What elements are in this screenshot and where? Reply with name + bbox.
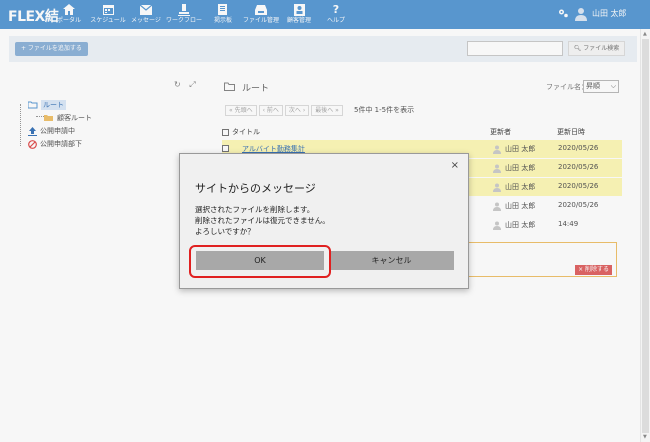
- dialog-message-line: よろしいですか？: [195, 227, 255, 236]
- scrollbar-thumb[interactable]: [642, 39, 649, 433]
- dialog-message: 選択されたファイルを削除します。 削除されたファイルは復元できません。 よろしい…: [195, 204, 330, 237]
- cancel-button[interactable]: キャンセル: [329, 251, 454, 270]
- confirm-dialog: × サイトからのメッセージ 選択されたファイルを削除します。 削除されたファイル…: [179, 153, 469, 289]
- scroll-down-icon[interactable]: ▼: [643, 434, 647, 440]
- dialog-title: サイトからのメッセージ: [195, 182, 316, 195]
- close-icon[interactable]: ×: [451, 160, 459, 171]
- dialog-message-line: 選択されたファイルを削除します。: [195, 205, 315, 214]
- vertical-scrollbar[interactable]: ▲ ▼: [640, 29, 650, 442]
- scroll-up-icon[interactable]: ▲: [643, 31, 647, 37]
- ok-highlight-callout: [189, 245, 331, 278]
- dialog-message-line: 削除されたファイルは復元できません。: [195, 216, 330, 225]
